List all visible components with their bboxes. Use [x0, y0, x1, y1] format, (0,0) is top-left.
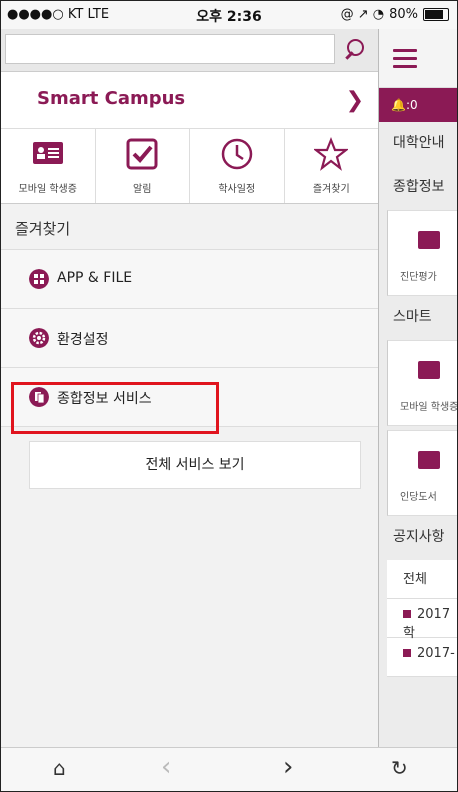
highlight-box: [11, 382, 219, 434]
quick-item-schedule[interactable]: 학사일정: [190, 129, 285, 203]
smart-campus-header[interactable]: Smart Campus ❯: [1, 72, 378, 129]
bg-list-item[interactable]: 전체: [387, 560, 457, 599]
search-input[interactable]: [5, 34, 335, 64]
bg-section-title: 종합정보: [393, 179, 445, 195]
status-icons: @ ↗ ◔ 80%: [341, 7, 449, 22]
all-services-button[interactable]: 전체 서비스 보기: [29, 441, 361, 489]
student-id-icon: [418, 361, 440, 379]
star-icon: [314, 137, 349, 171]
browser-toolbar: ⌂ ‹ › ↻: [1, 747, 457, 791]
clock-icon: [221, 138, 252, 170]
bg-card[interactable]: 모바일 학생증: [387, 340, 457, 426]
bg-card[interactable]: 진단평가: [387, 210, 457, 296]
menu-item-settings[interactable]: 환경설정: [1, 309, 378, 368]
quick-item-favorites[interactable]: 즐겨찾기: [285, 129, 379, 203]
battery-icon: [423, 8, 449, 21]
back-icon[interactable]: ‹: [161, 752, 171, 782]
menu-item-label: 환경설정: [57, 332, 109, 348]
notification-bar: 🔔:0: [379, 88, 457, 122]
status-symbols: @ ↗ ◔: [340, 7, 385, 22]
quick-item-student-id[interactable]: 모바일 학생증: [1, 129, 96, 203]
bg-card[interactable]: 인당도서: [387, 430, 457, 516]
background-app: 🔔:0 대학안내 종합정보 진단평가 스마트 모바일 학생증 인당도서 공지사항…: [378, 29, 457, 747]
battery-percent: 80%: [389, 7, 418, 22]
forward-icon[interactable]: ›: [283, 752, 293, 782]
chevron-right-icon: ❯: [345, 88, 364, 113]
menu-item-label: APP & FILE: [57, 270, 133, 286]
smart-campus-title: Smart Campus: [37, 88, 186, 109]
phone-screen: ●●●●○ KT LTE 오후 2:36 @ ↗ ◔ 80% 🔔:0 대학안내 …: [0, 0, 458, 792]
menu-item-app-file[interactable]: APP & FILE: [1, 250, 378, 309]
grid-icon: [29, 269, 49, 289]
student-id-icon: [32, 142, 63, 164]
quick-menu: 모바일 학생증 알림 학사일정 즐겨찾기: [1, 129, 378, 204]
search-row: [1, 29, 378, 72]
bg-list-item[interactable]: 2017학: [387, 599, 457, 641]
bg-list-item[interactable]: 2017-: [387, 638, 457, 677]
bg-section-title: 스마트: [393, 309, 432, 325]
bg-section-title: 대학안내: [393, 135, 445, 151]
search-button[interactable]: [337, 34, 375, 64]
home-icon[interactable]: ⌂: [53, 756, 66, 780]
favorites-header: 즐겨찾기: [1, 204, 378, 250]
bg-section-title: 공지사항: [393, 529, 445, 545]
book-icon: [418, 451, 440, 469]
status-bar: ●●●●○ KT LTE 오후 2:36 @ ↗ ◔ 80%: [1, 1, 457, 29]
quick-item-alarm[interactable]: 알림: [96, 129, 190, 203]
hamburger-menu-icon[interactable]: [393, 49, 417, 73]
book-icon: [418, 231, 440, 249]
checkbox-icon: [126, 138, 158, 170]
gear-icon: [29, 328, 49, 348]
reload-icon[interactable]: ↻: [391, 756, 408, 780]
